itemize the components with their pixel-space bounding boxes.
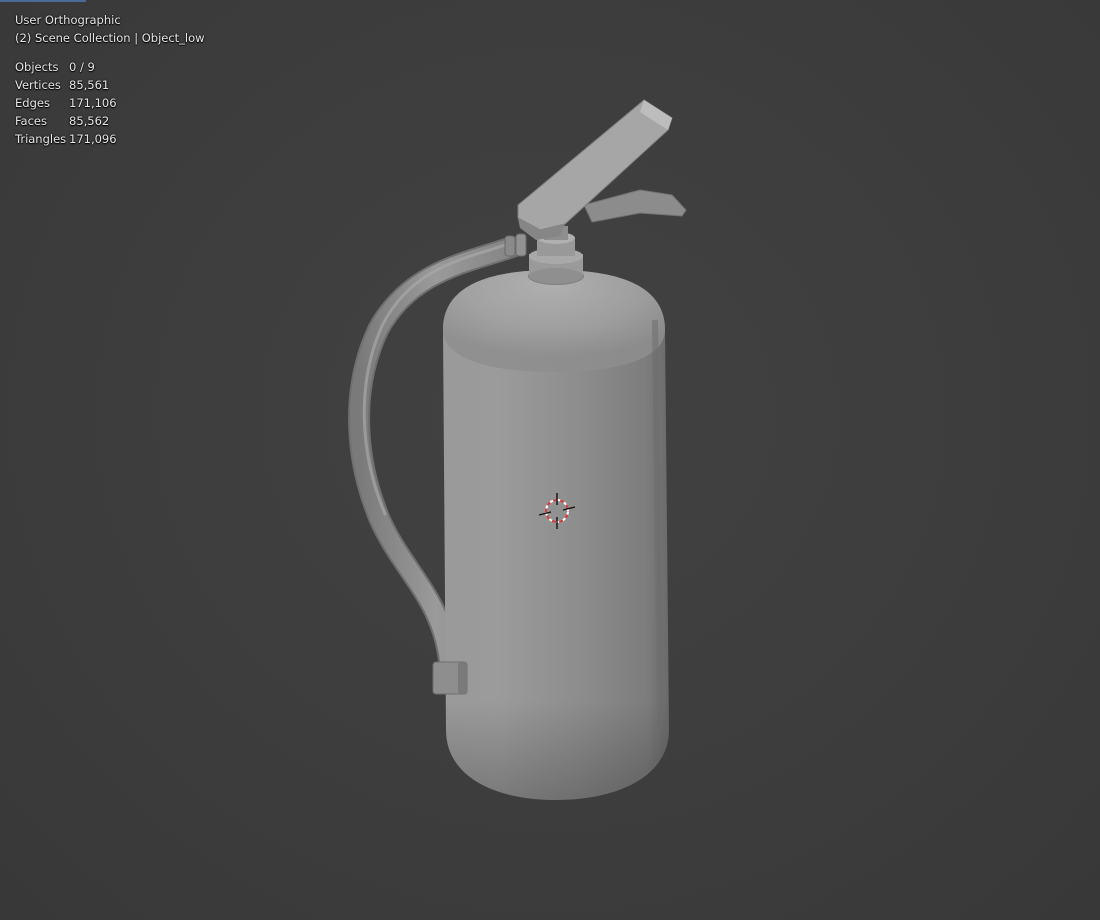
fire-extinguisher-model[interactable] — [0, 0, 1100, 920]
3d-viewport[interactable]: User Orthographic (2) Scene Collection |… — [0, 0, 1100, 920]
extinguisher-body — [443, 270, 669, 800]
handle-lever — [517, 99, 687, 240]
hose-clip — [432, 661, 468, 695]
